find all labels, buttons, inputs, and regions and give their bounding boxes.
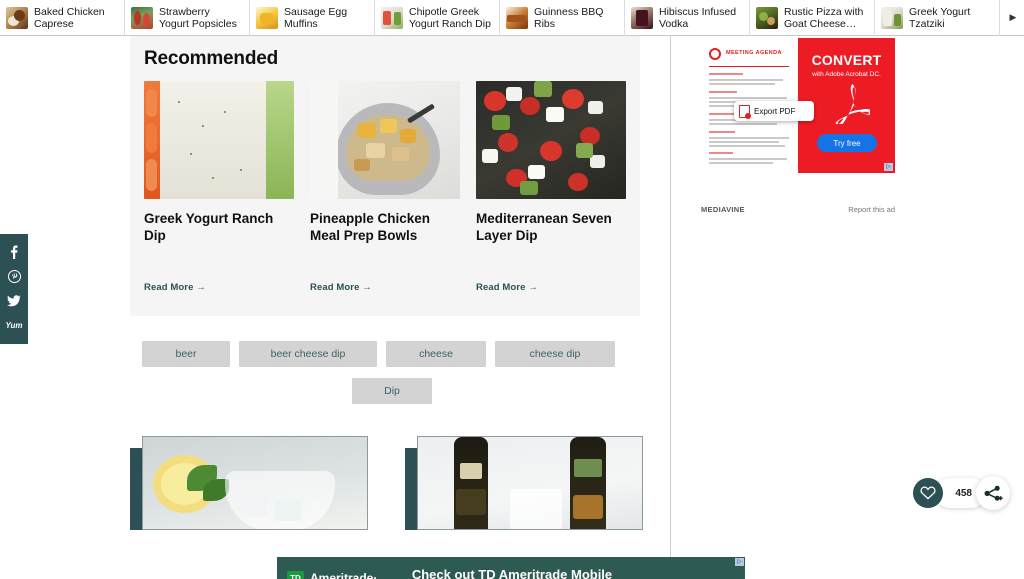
- browser-window: Baked Chicken Caprese Strawberry Yogurt …: [0, 0, 1024, 579]
- sidebar-advertisement[interactable]: MEETING AGENDA CONVERT with Adobe Acroba…: [701, 38, 895, 173]
- tag-chip[interactable]: beer cheese dip: [239, 341, 377, 367]
- recommended-card[interactable]: Pineapple Chicken Meal Prep Bowls: [310, 81, 460, 244]
- seven-layer-dip-photo[interactable]: [476, 81, 626, 199]
- tab-title: Strawberry Yogurt Popsicles: [159, 5, 237, 30]
- tag-chip[interactable]: cheese dip: [495, 341, 615, 367]
- tab-favicon: [631, 6, 653, 29]
- ad-agenda-title: MEETING AGENDA: [726, 50, 782, 56]
- bottom-banner-advertisement[interactable]: TD Ameritrade· + important information C…: [277, 557, 745, 579]
- twitter-icon[interactable]: [4, 291, 24, 311]
- pdf-file-icon: [739, 104, 751, 119]
- lemonade-photo[interactable]: [142, 436, 368, 530]
- share-icon: [984, 485, 1003, 501]
- adchoices-icon[interactable]: ▷: [884, 163, 893, 171]
- tab-favicon: [6, 6, 28, 29]
- tab-scroll-right-icon[interactable]: ▶: [1002, 0, 1024, 36]
- export-pdf-chip[interactable]: Export PDF: [734, 101, 814, 121]
- browser-tab-strip: Baked Chicken Caprese Strawberry Yogurt …: [0, 0, 1024, 36]
- browser-tab[interactable]: Strawberry Yogurt Popsicles: [125, 0, 250, 36]
- tab-title: Rustic Pizza with Goat Cheese an…: [784, 5, 864, 30]
- tab-favicon: [506, 6, 528, 29]
- recommended-grid: Greek Yogurt Ranch Dip Pineapple Chicken…: [144, 81, 626, 244]
- td-mark-icon: TD: [287, 571, 304, 579]
- browser-tab[interactable]: Sausage Egg Muffins: [250, 0, 375, 36]
- heart-icon: [920, 486, 936, 500]
- yummly-icon[interactable]: Yum: [4, 316, 24, 336]
- tab-title: Chipotle Greek Yogurt Ranch Dip: [409, 5, 491, 30]
- tag-chip[interactable]: cheese: [386, 341, 486, 367]
- tab-favicon: [381, 6, 403, 29]
- read-more-link[interactable]: Read More →: [476, 282, 538, 293]
- main-content-column: Recommended Greek Yogurt Ranch Dip Pinea…: [130, 36, 670, 579]
- column-divider: [670, 36, 671, 579]
- beer-bottles-photo[interactable]: [417, 436, 643, 530]
- read-more-link[interactable]: Read More →: [310, 282, 372, 293]
- browser-tab[interactable]: Greek Yogurt Tzatziki: [875, 0, 1000, 36]
- pinterest-icon[interactable]: [4, 267, 24, 287]
- banner-headline-line1: Check out TD Ameritrade Mobile: [411, 567, 613, 579]
- banner-headline: Check out TD Ameritrade Mobile and think…: [387, 566, 637, 579]
- recommended-card-title[interactable]: Greek Yogurt Ranch Dip: [144, 210, 294, 244]
- page-content: Yum Recommended Greek Yogurt Ranch Dip P…: [0, 36, 1024, 579]
- recommended-card[interactable]: Mediterranean Seven Layer Dip: [476, 81, 626, 244]
- share-button[interactable]: [976, 476, 1010, 510]
- ad-headline: CONVERT: [811, 52, 882, 68]
- chicken-bowl-photo[interactable]: [310, 81, 460, 199]
- ad-footer: MEDIAVINE Report this ad: [701, 205, 895, 217]
- social-share-rail: Yum: [0, 234, 28, 344]
- tab-title: Sausage Egg Muffins: [284, 5, 348, 30]
- floating-share-widget: 458: [913, 476, 1010, 510]
- browser-tab[interactable]: Guinness BBQ Ribs: [500, 0, 625, 36]
- export-pdf-label: Export PDF: [754, 106, 796, 116]
- report-ad-link[interactable]: Report this ad: [848, 205, 895, 214]
- recommended-card-title[interactable]: Mediterranean Seven Layer Dip: [476, 210, 626, 244]
- read-more-link[interactable]: Read More →: [144, 282, 206, 293]
- tab-title: Hibiscus Infused Vodka: [659, 5, 737, 30]
- browser-tab[interactable]: Chipotle Greek Yogurt Ranch Dip: [375, 0, 500, 36]
- ranch-dip-photo[interactable]: [144, 81, 294, 199]
- td-ameritrade-logo: TD Ameritrade·: [287, 571, 377, 579]
- adchoices-icon[interactable]: ▷: [735, 558, 744, 566]
- ad-provider-label: MEDIAVINE: [701, 205, 745, 214]
- tab-favicon: [881, 6, 903, 29]
- recommended-card-title[interactable]: Pineapple Chicken Meal Prep Bowls: [310, 210, 460, 244]
- tab-favicon: [256, 6, 278, 29]
- tab-favicon: [131, 6, 153, 29]
- facebook-icon[interactable]: [4, 242, 24, 262]
- agenda-bullet-icon: [709, 48, 721, 60]
- agenda-divider: [709, 66, 789, 67]
- tab-title: Guinness BBQ Ribs: [534, 5, 604, 30]
- page-title: Recommended: [144, 48, 279, 69]
- tag-chip[interactable]: Dip: [352, 378, 432, 404]
- browser-tab[interactable]: Rustic Pizza with Goat Cheese an…: [750, 0, 875, 36]
- tab-title: Greek Yogurt Tzatziki: [909, 5, 971, 30]
- try-free-button[interactable]: Try free: [817, 134, 877, 152]
- browser-tab[interactable]: Hibiscus Infused Vodka: [625, 0, 750, 36]
- tab-title: Baked Chicken Caprese: [34, 5, 105, 30]
- recommended-section: Recommended Greek Yogurt Ranch Dip Pinea…: [130, 36, 640, 316]
- tag-chip[interactable]: beer: [142, 341, 230, 367]
- tag-list-row-1: beer beer cheese dip cheese cheese dip: [142, 341, 642, 367]
- recommended-card[interactable]: Greek Yogurt Ranch Dip: [144, 81, 294, 244]
- tag-list-row-2: Dip: [142, 378, 642, 404]
- tab-favicon: [756, 6, 778, 29]
- ad-subhead: with Adobe Acrobat DC.: [812, 71, 881, 78]
- browser-tab[interactable]: Baked Chicken Caprese: [0, 0, 125, 36]
- td-brand-name: Ameritrade·: [310, 571, 378, 579]
